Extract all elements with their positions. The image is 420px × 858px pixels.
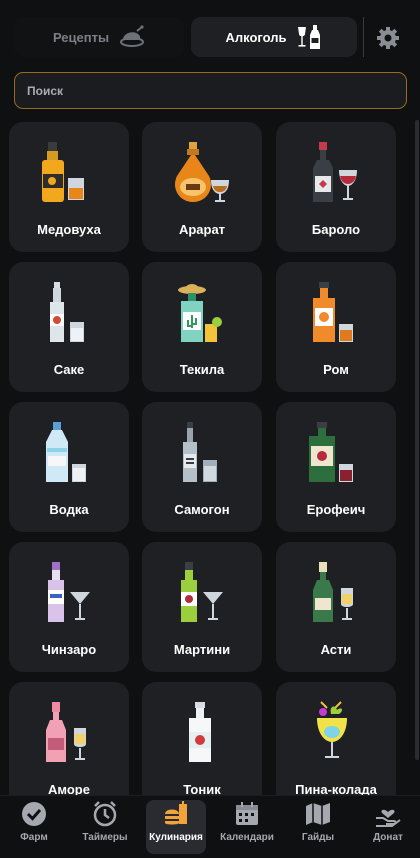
nav-cooking[interactable]: Кулинария <box>146 800 206 854</box>
drink-card-tonik[interactable]: Тоник <box>142 682 262 795</box>
drink-label: Арарат <box>178 222 226 237</box>
drink-card-asti[interactable]: Асти <box>276 542 396 672</box>
drink-card-rom[interactable]: Ром <box>276 262 396 392</box>
drink-label: Бароло <box>311 222 361 237</box>
map-icon <box>306 803 330 825</box>
drink-card-martini[interactable]: Мартини <box>142 542 262 672</box>
drink-label: Самогон <box>174 502 230 517</box>
nav-calendars-label: Календари <box>220 832 274 843</box>
alarm-clock-icon <box>93 801 117 827</box>
martini-bottle-icon <box>181 562 223 622</box>
drink-label: Ром <box>323 362 349 377</box>
nav-guides[interactable]: Гайды <box>286 800 350 854</box>
burger-drink-icon <box>165 801 187 825</box>
check-circle-icon <box>22 802 46 826</box>
sake-bottle-icon <box>50 282 84 342</box>
drink-card-sake[interactable]: Саке <box>9 262 129 392</box>
drink-label: Саке <box>53 362 85 377</box>
cocktail-glass-icon <box>317 701 347 758</box>
nav-donate-label: Донат <box>373 832 403 843</box>
sparkling-wine-bottle-icon <box>46 702 86 762</box>
calendar-icon <box>236 802 258 825</box>
drink-label: Пина-колада <box>295 782 377 795</box>
drink-label: Асти <box>320 642 352 657</box>
tonic-bottle-icon <box>189 702 211 762</box>
rum-bottle-icon <box>313 282 353 342</box>
drink-card-vodka[interactable]: Водка <box>9 402 129 532</box>
vermouth-bottle-icon <box>48 562 90 622</box>
drink-card-samogon[interactable]: Самогон <box>142 402 262 532</box>
drink-card-ararat[interactable]: Арарат <box>142 122 262 252</box>
nav-donate[interactable]: Донат <box>356 800 420 854</box>
wine-bottle-icon <box>313 142 357 202</box>
drink-label: Ерофеич <box>306 502 366 517</box>
moonshine-bottle-icon <box>183 422 217 482</box>
drink-label: Текила <box>179 362 225 377</box>
liqueur-bottle-icon <box>309 422 353 482</box>
vodka-bottle-icon <box>46 422 86 482</box>
drink-card-barolo[interactable]: Бароло <box>276 122 396 252</box>
nav-calendars[interactable]: Календари <box>215 800 279 854</box>
scrollbar[interactable] <box>415 120 419 760</box>
drink-label: Медовуха <box>37 222 101 237</box>
drink-card-amore[interactable]: Аморе <box>9 682 129 795</box>
nav-farm[interactable]: Фарм <box>2 800 66 854</box>
heart-hand-icon <box>376 809 401 827</box>
drink-label: Водка <box>49 502 89 517</box>
drink-card-cinzano[interactable]: Чинзаро <box>9 542 129 672</box>
nav-guides-label: Гайды <box>301 832 335 843</box>
drink-label: Мартини <box>173 642 231 657</box>
drinks-grid: Медовуха Арарат Бароло Саке Текила Ром В… <box>0 0 420 795</box>
tequila-bottle-icon <box>178 284 222 342</box>
nav-timers[interactable]: Таймеры <box>73 800 137 854</box>
drink-label: Чинзаро <box>41 642 97 657</box>
drink-card-erofeich[interactable]: Ерофеич <box>276 402 396 532</box>
mead-bottle-icon <box>42 142 84 202</box>
cognac-bottle-icon <box>174 142 229 202</box>
champagne-bottle-icon <box>313 562 353 622</box>
drink-label: Тоник <box>183 782 221 795</box>
bottom-nav: Фарм Таймеры Кулинария Календари Гайды Д… <box>0 795 420 858</box>
drink-card-tequila[interactable]: Текила <box>142 262 262 392</box>
drink-card-pina-colada[interactable]: Пина-колада <box>276 682 396 795</box>
nav-farm-label: Фарм <box>20 832 48 843</box>
nav-cooking-label: Кулинария <box>149 832 203 843</box>
nav-timers-label: Таймеры <box>82 832 128 843</box>
drink-label: Аморе <box>48 782 90 795</box>
drink-card-medovukha[interactable]: Медовуха <box>9 122 129 252</box>
